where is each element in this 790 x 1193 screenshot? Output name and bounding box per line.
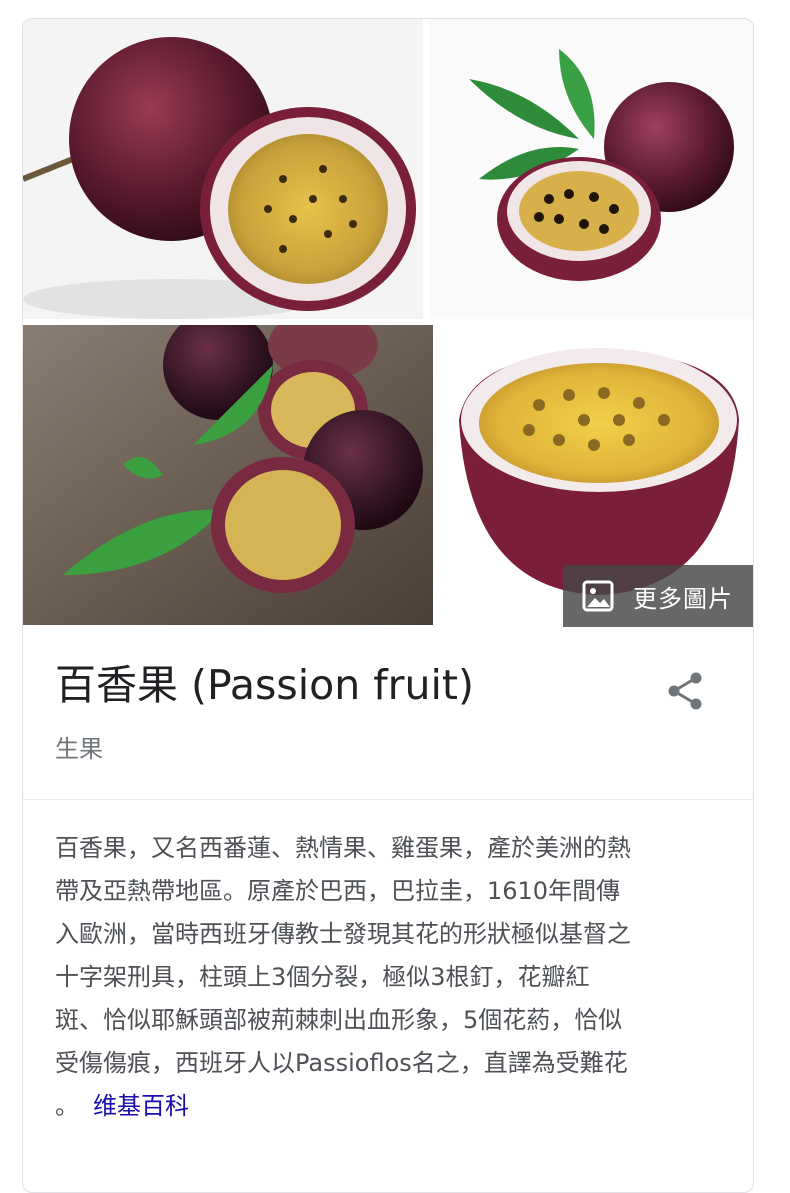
description-line: 斑、恰似耶穌頭部被荊棘刺出血形象，5個花葯，恰似 (55, 1006, 623, 1034)
passion-fruit-halved-image[interactable] (23, 19, 423, 319)
passion-fruit-halved-picture (23, 19, 423, 319)
description-line: 百香果，又名西番蓮、熱情果、雞蛋果，產於美洲的熱 (55, 834, 631, 862)
panel-title: 百香果 (Passion fruit) (55, 661, 474, 709)
more-images-label: 更多圖片 (633, 584, 733, 613)
passion-fruit-on-wood-image[interactable] (23, 325, 433, 625)
panel-subtitle: 生果 (55, 735, 103, 763)
share-button[interactable] (663, 669, 707, 713)
description-end-punct: 。 (55, 1092, 79, 1120)
passion-fruit-leaves-picture (429, 19, 753, 319)
description-line: 入歐洲，當時西班牙傳教士發現其花的形狀極似基督之 (55, 920, 631, 948)
wikipedia-link[interactable]: 维基百科 (93, 1092, 189, 1120)
description-last-line: 。维基百科 (55, 1085, 735, 1128)
more-images-button[interactable]: 更多圖片 (563, 565, 753, 627)
description: 百香果，又名西番蓮、熱情果、雞蛋果，產於美洲的熱 帶及亞熱帶地區。原產於巴西，巴… (55, 827, 735, 1128)
image-icon (582, 580, 614, 612)
share-icon (668, 672, 702, 710)
divider (23, 799, 753, 800)
description-line: 受傷傷痕，西班牙人以Passioflos名之，直譯為受難花 (55, 1049, 628, 1077)
passion-fruit-with-leaves-image[interactable] (429, 19, 753, 319)
description-line: 十字架刑具，柱頭上3個分裂，極似3根釘，花瓣紅 (55, 963, 590, 991)
knowledge-panel: 更多圖片 百香果 (Passion fruit) 生果 百香果，又名西番蓮、熱情… (22, 18, 754, 1193)
passion-fruit-wood-picture (23, 325, 433, 625)
description-line: 帶及亞熱帶地區。原產於巴西，巴拉圭，1610年間傳 (55, 877, 621, 905)
